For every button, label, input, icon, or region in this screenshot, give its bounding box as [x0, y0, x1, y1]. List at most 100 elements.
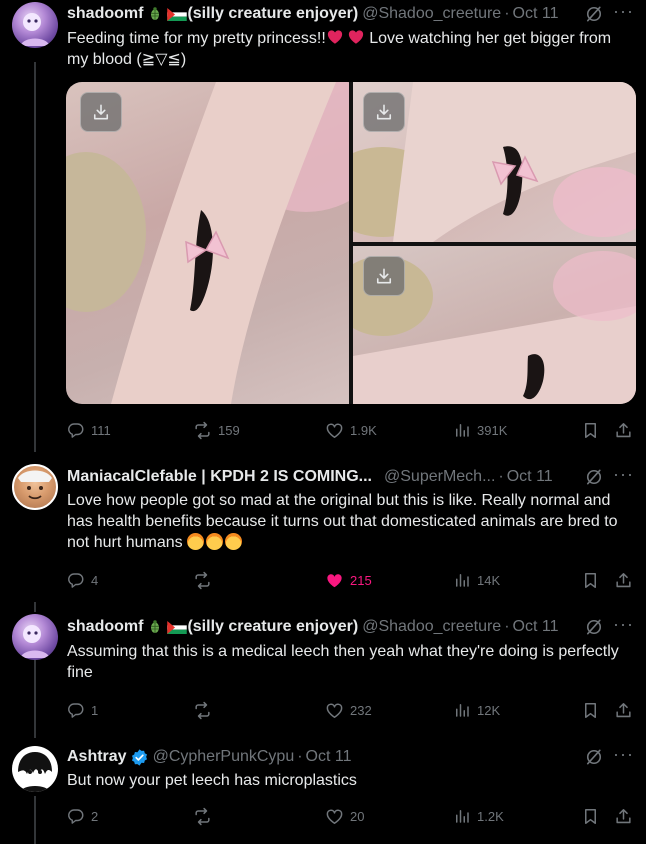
reply-button[interactable]: 1 [67, 698, 98, 722]
like-filled-icon [325, 571, 344, 590]
view-count: 1.2K [477, 808, 504, 824]
photo-1[interactable] [66, 82, 349, 404]
separator-dot: · [504, 618, 510, 635]
reply-count: 111 [91, 422, 111, 438]
bookmark-icon [581, 571, 600, 590]
like-button[interactable]: 215 [325, 568, 372, 592]
reply-icon [67, 807, 85, 825]
media-grid [66, 82, 636, 404]
repost-button[interactable]: 159 [193, 418, 240, 442]
more-options-icon[interactable]: ··· [613, 1, 634, 22]
tweet[interactable]: Ashtray @CypherPunkCypu · Oct 11 ··· But… [0, 738, 646, 844]
bookmark-button[interactable] [581, 698, 606, 722]
download-button[interactable] [363, 256, 405, 296]
share-button[interactable] [614, 804, 639, 828]
views-button[interactable]: 12K [453, 698, 500, 722]
separator-dot: · [297, 748, 303, 765]
photo-2[interactable] [353, 82, 636, 242]
grok-icon[interactable] [584, 617, 604, 637]
grok-icon[interactable] [584, 747, 604, 767]
exploding-head-emoji-icon [225, 533, 243, 550]
more-options-icon[interactable]: ··· [613, 744, 634, 765]
tweet-text: Assuming that this is a medical leech th… [67, 643, 619, 681]
handle[interactable]: @Shadoo_creeture [362, 5, 501, 23]
view-count: 391K [477, 422, 508, 438]
tweet-text: Love how people got so mad at the origin… [67, 490, 622, 553]
reply-icon [67, 701, 85, 719]
avatar[interactable] [12, 464, 58, 510]
handle[interactable]: @Shadoo_creeture [362, 618, 501, 636]
views-icon [453, 571, 471, 589]
avatar[interactable] [12, 746, 58, 792]
handle[interactable]: @CypherPunkCypu [153, 748, 295, 766]
views-icon [453, 807, 471, 825]
timestamp[interactable]: Oct 11 [513, 5, 559, 23]
download-button[interactable] [80, 92, 122, 132]
display-name[interactable]: Ashtray [67, 748, 127, 766]
timestamp[interactable]: Oct 11 [513, 618, 559, 636]
display-name[interactable]: ManiacalClefable | KPDH 2 IS COMING... [67, 468, 372, 486]
more-options-icon[interactable]: ··· [613, 464, 634, 485]
timestamp[interactable]: Oct 11 [507, 468, 553, 486]
action-bar: 1 232 12K [67, 698, 634, 722]
views-button[interactable]: 391K [453, 418, 507, 442]
display-name-suffix[interactable]: (silly creature enjoyer) [187, 618, 358, 636]
bookmark-icon [581, 807, 600, 826]
like-count: 1.9K [350, 422, 377, 438]
like-icon [325, 701, 344, 720]
bookmark-button[interactable] [581, 418, 606, 442]
views-button[interactable]: 14K [453, 568, 500, 592]
grok-icon[interactable] [584, 4, 604, 24]
bookmark-button[interactable] [581, 568, 606, 592]
photo-3[interactable] [353, 246, 636, 404]
display-name-suffix[interactable]: (silly creature enjoyer) [187, 5, 358, 23]
view-count: 14K [477, 572, 501, 588]
timestamp[interactable]: Oct 11 [306, 748, 352, 766]
bug-emoji-icon [147, 6, 163, 22]
tweet[interactable]: shadoomf (silly creature enjoyer) @Shado… [0, 602, 646, 738]
reply-icon [67, 421, 85, 439]
reply-button[interactable]: 111 [67, 418, 111, 442]
grok-icon[interactable] [584, 467, 604, 487]
bookmark-button[interactable] [581, 804, 606, 828]
avatar[interactable] [12, 614, 58, 660]
reply-button[interactable]: 2 [67, 804, 98, 828]
reply-button[interactable]: 4 [67, 568, 98, 592]
share-icon [614, 807, 633, 826]
display-name[interactable]: shadoomf [67, 5, 143, 23]
exploding-head-emoji-icon [187, 533, 205, 550]
repost-icon [193, 701, 212, 720]
handle[interactable]: @SuperMech... [384, 468, 495, 486]
display-name[interactable]: shadoomf [67, 618, 143, 636]
repost-icon [193, 421, 212, 440]
view-count: 12K [477, 702, 501, 718]
reply-count: 2 [91, 808, 99, 824]
like-button[interactable]: 232 [325, 698, 372, 722]
repost-button[interactable] [193, 698, 218, 722]
share-button[interactable] [614, 698, 639, 722]
avatar[interactable] [12, 2, 58, 48]
reply-count: 4 [91, 572, 99, 588]
like-button[interactable]: 20 [325, 804, 364, 828]
reply-icon [67, 571, 85, 589]
tweet[interactable]: ManiacalClefable | KPDH 2 IS COMING... @… [0, 452, 646, 602]
repost-icon [193, 807, 212, 826]
like-count: 20 [350, 808, 365, 824]
bug-emoji-icon [147, 619, 163, 635]
download-icon [374, 102, 394, 122]
share-icon [614, 571, 633, 590]
repost-button[interactable] [193, 804, 218, 828]
like-button[interactable]: 1.9K [325, 418, 377, 442]
tweet-text: Feeding time for my pretty princess!! Lo… [67, 28, 622, 70]
more-options-icon[interactable]: ··· [613, 614, 634, 635]
avatar-art-icon [20, 13, 50, 46]
share-button[interactable] [614, 418, 639, 442]
download-button[interactable] [363, 92, 405, 132]
tweet[interactable]: shadoomf (silly creature enjoyer) @Shado… [0, 0, 646, 452]
tweet-text-part: Feeding time for my pretty princess!! [67, 30, 326, 47]
tweet-text-body: Love how people got so mad at the origin… [67, 492, 618, 551]
share-button[interactable] [614, 568, 639, 592]
repost-button[interactable] [193, 568, 218, 592]
avatar-art-icon [20, 625, 50, 658]
views-button[interactable]: 1.2K [453, 804, 504, 828]
